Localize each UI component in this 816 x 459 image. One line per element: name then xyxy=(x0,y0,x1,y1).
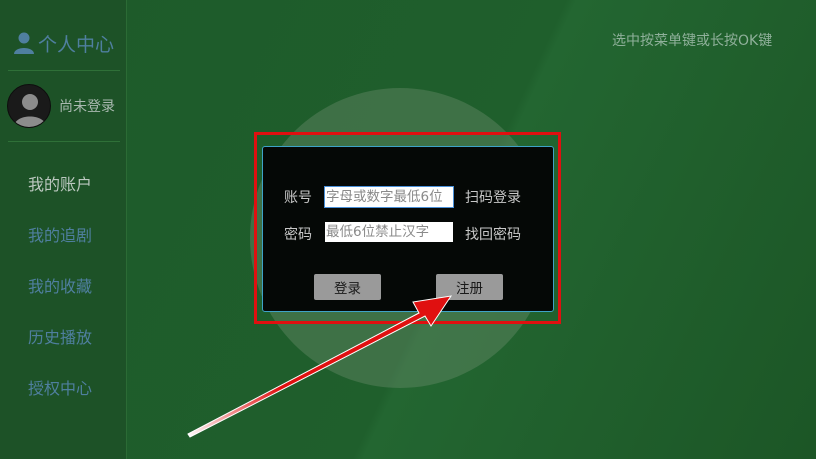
sidebar-item-account[interactable]: 我的账户 xyxy=(28,171,92,195)
divider xyxy=(8,141,120,142)
user-status-label: 尚未登录 xyxy=(59,99,115,115)
login-button[interactable]: 登录 xyxy=(314,274,381,300)
password-label: 密码 xyxy=(284,227,312,243)
password-input[interactable]: 最低6位禁止汉字 xyxy=(325,222,453,242)
sidebar-item-following[interactable]: 我的追剧 xyxy=(28,222,92,246)
account-input[interactable]: 字母或数字最低6位 xyxy=(324,186,454,208)
user-status[interactable]: 尚未登录 xyxy=(7,84,115,128)
sidebar-title: 个人中心 xyxy=(38,33,115,56)
scan-login-link[interactable]: 扫码登录 xyxy=(465,187,521,207)
avatar xyxy=(7,84,51,128)
person-icon xyxy=(14,32,34,54)
sidebar: 个人中心 尚未登录 我的账户 我的追剧 我的收藏 历史播放 授权中心 xyxy=(0,0,127,459)
login-dialog: 账号 字母或数字最低6位 扫码登录 密码 最低6位禁止汉字 找回密码 登录 注册 xyxy=(262,146,554,312)
forgot-password-link[interactable]: 找回密码 xyxy=(465,224,521,244)
avatar-silhouette-icon xyxy=(14,94,46,127)
hint-text: 选中按菜单键或长按OK键 xyxy=(612,33,773,49)
sidebar-item-favorites[interactable]: 我的收藏 xyxy=(28,273,92,297)
sidebar-item-history[interactable]: 历史播放 xyxy=(28,324,92,348)
register-button[interactable]: 注册 xyxy=(436,274,503,300)
sidebar-item-authorization[interactable]: 授权中心 xyxy=(28,375,92,399)
account-label: 账号 xyxy=(284,190,312,206)
sidebar-header: 个人中心 xyxy=(12,28,114,58)
divider xyxy=(8,70,120,71)
